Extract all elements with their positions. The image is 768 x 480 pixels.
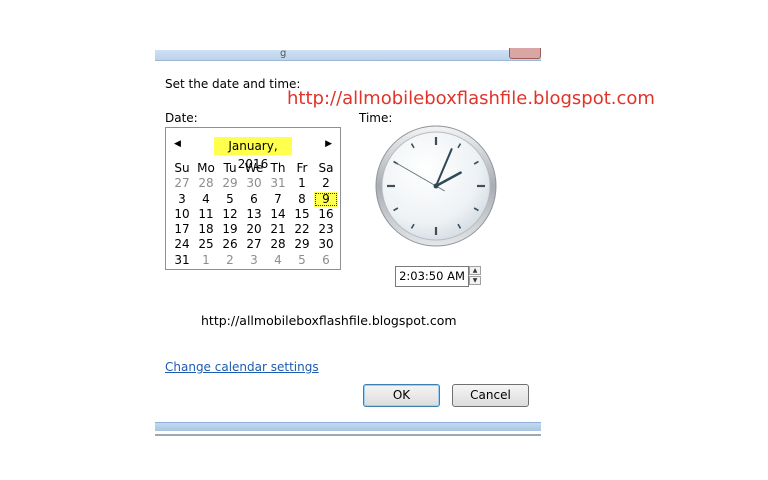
calendar-month-title[interactable]: January, 2016	[214, 137, 292, 171]
spin-up-icon[interactable]: ▲	[469, 266, 481, 275]
calendar-day[interactable]: 1	[290, 176, 314, 191]
calendar-week-row: 27 28 29 30 31 1 2	[170, 176, 338, 191]
bottom-divider	[155, 434, 541, 436]
weekday-label: Mo	[197, 161, 215, 175]
calendar-day[interactable]: 28	[266, 237, 290, 252]
calendar-day[interactable]: 15	[290, 207, 314, 222]
calendar-day[interactable]: 6	[314, 253, 338, 268]
bottom-frame	[155, 422, 541, 431]
analog-clock	[375, 125, 497, 247]
calendar-day[interactable]: 30	[242, 176, 266, 191]
calendar-grid: Su Mo Tu We Th Fr Sa 27 28 29 30 31 1 2 3 4 5 6 7 8 9 10 11 12 1…	[170, 161, 338, 268]
time-input[interactable]: 2:03:50 AM	[395, 266, 469, 287]
dialog-heading: Set the date and time:	[165, 77, 301, 91]
weekday-label: Th	[270, 161, 286, 175]
calendar-weekday-row: Su Mo Tu We Th Fr Sa	[170, 161, 338, 176]
calendar-day[interactable]: 5	[218, 192, 242, 207]
calendar-week-row: 24 25 26 27 28 29 30	[170, 237, 338, 252]
time-spinner: ▲ ▼	[469, 266, 481, 286]
calendar-day[interactable]: 6	[242, 192, 266, 207]
time-label: Time:	[359, 111, 393, 125]
calendar-day[interactable]: 23	[314, 222, 338, 237]
ok-button[interactable]: OK	[363, 384, 440, 407]
calendar-week-row: 31 1 2 3 4 5 6	[170, 253, 338, 268]
calendar-day[interactable]: 25	[194, 237, 218, 252]
calendar-day[interactable]: 14	[266, 207, 290, 222]
calendar-day[interactable]: 12	[218, 207, 242, 222]
calendar-day[interactable]: 29	[218, 176, 242, 191]
calendar-day[interactable]: 26	[218, 237, 242, 252]
watermark-red-text: http://allmobileboxflashfile.blogspot.co…	[287, 88, 655, 109]
calendar-day[interactable]: 29	[290, 237, 314, 252]
weekday-label: Sa	[318, 161, 334, 175]
calendar-day[interactable]: 28	[194, 176, 218, 191]
calendar-day[interactable]: 24	[170, 237, 194, 252]
calendar-day[interactable]: 22	[290, 222, 314, 237]
calendar-day[interactable]: 27	[242, 237, 266, 252]
clock-center	[433, 183, 439, 189]
weekday-label: We	[244, 161, 264, 175]
calendar-day-selected[interactable]: 9	[314, 191, 338, 207]
weekday-label: Tu	[223, 161, 237, 175]
calendar-day[interactable]: 3	[242, 253, 266, 268]
calendar-day[interactable]: 30	[314, 237, 338, 252]
close-button[interactable]	[509, 48, 541, 59]
calendar-day[interactable]: 4	[266, 253, 290, 268]
calendar-day[interactable]: 2	[218, 253, 242, 268]
calendar-day[interactable]: 3	[170, 192, 194, 207]
calendar-day[interactable]: 8	[290, 192, 314, 207]
calendar-day[interactable]: 2	[314, 176, 338, 191]
calendar-week-row: 10 11 12 13 14 15 16	[170, 207, 338, 222]
calendar-day[interactable]: 4	[194, 192, 218, 207]
calendar-day[interactable]: 20	[242, 222, 266, 237]
calendar-day[interactable]: 5	[290, 253, 314, 268]
spin-down-icon[interactable]: ▼	[469, 276, 481, 285]
date-label: Date:	[165, 111, 198, 125]
cancel-button[interactable]: Cancel	[452, 384, 529, 407]
previous-month-icon[interactable]: ◀	[174, 139, 181, 149]
change-calendar-settings-link[interactable]: Change calendar settings	[165, 360, 319, 374]
calendar-day[interactable]: 11	[194, 207, 218, 222]
calendar-day[interactable]: 18	[194, 222, 218, 237]
date-time-dialog: g Set the date and time: http://allmobil…	[155, 0, 655, 440]
weekday-label: Su	[174, 161, 190, 175]
title-bar	[155, 50, 541, 61]
calendar-day[interactable]: 31	[266, 176, 290, 191]
next-month-icon[interactable]: ▶	[325, 139, 332, 149]
calendar-day[interactable]: 19	[218, 222, 242, 237]
calendar-week-row: 3456789	[170, 191, 338, 207]
watermark-black-text: http://allmobileboxflashfile.blogspot.co…	[201, 313, 457, 328]
calendar-day[interactable]: 31	[170, 253, 194, 268]
calendar-day[interactable]: 7	[266, 192, 290, 207]
calendar-day[interactable]: 16	[314, 207, 338, 222]
calendar-header: ◀ January, 2016 ▶	[166, 137, 340, 171]
title-text: g	[280, 48, 287, 59]
calendar-day[interactable]: 21	[266, 222, 290, 237]
calendar-day[interactable]: 27	[170, 176, 194, 191]
weekday-label: Fr	[296, 161, 308, 175]
calendar-day[interactable]: 13	[242, 207, 266, 222]
calendar-day[interactable]: 10	[170, 207, 194, 222]
calendar-day[interactable]: 17	[170, 222, 194, 237]
calendar-day[interactable]: 1	[194, 253, 218, 268]
calendar-week-row: 17 18 19 20 21 22 23	[170, 222, 338, 237]
calendar: ◀ January, 2016 ▶ Su Mo Tu We Th Fr Sa 27 28 29 30…	[165, 127, 341, 270]
